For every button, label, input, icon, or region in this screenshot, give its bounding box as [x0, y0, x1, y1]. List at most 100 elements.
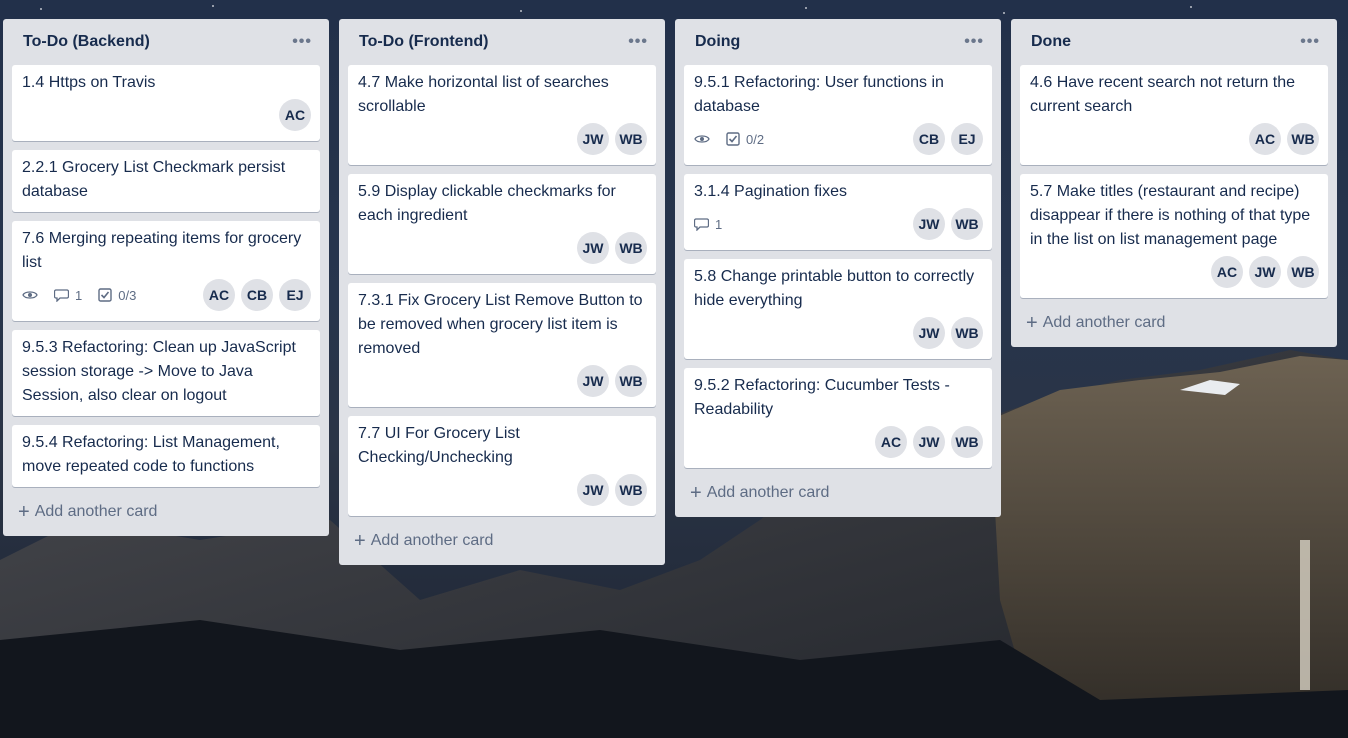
add-card-label: Add another card — [706, 484, 830, 501]
list-menu-icon[interactable]: ••• — [286, 34, 318, 50]
avatar[interactable]: JW — [913, 426, 945, 458]
list-header: Done ••• — [1020, 19, 1328, 65]
add-card-button[interactable]: + Add another card — [1020, 307, 1328, 339]
comments-badge: 1 — [694, 217, 722, 232]
watch-icon — [694, 133, 710, 145]
card-title: 7.6 Merging repeating items for grocery … — [22, 230, 302, 271]
avatar[interactable]: JW — [577, 232, 609, 264]
checklist-icon — [98, 288, 112, 302]
add-card-button[interactable]: + Add another card — [12, 496, 320, 528]
card[interactable]: 9.5.1 Refactoring: User functions in dat… — [684, 65, 992, 165]
list-title[interactable]: Done — [1031, 33, 1071, 51]
card[interactable]: 7.7 UI For Grocery List Checking/Uncheck… — [348, 416, 656, 516]
avatar[interactable]: WB — [615, 474, 647, 506]
card-title: 9.5.4 Refactoring: List Management, move… — [22, 434, 280, 475]
card-title: 9.5.2 Refactoring: Cucumber Tests - Read… — [694, 377, 950, 418]
card[interactable]: 7.6 Merging repeating items for grocery … — [12, 221, 320, 321]
card-members: JW WB — [577, 474, 647, 506]
avatar[interactable]: WB — [951, 317, 983, 349]
avatar[interactable]: JW — [913, 317, 945, 349]
avatar[interactable]: AC — [1249, 123, 1281, 155]
card-footer: 0/2 CB EJ — [694, 119, 983, 161]
card[interactable]: 4.7 Make horizontal list of searches scr… — [348, 65, 656, 165]
list-menu-icon[interactable]: ••• — [1294, 34, 1326, 50]
list-title[interactable]: To-Do (Backend) — [23, 33, 150, 51]
card[interactable]: 5.8 Change printable button to correctly… — [684, 259, 992, 359]
card-title: 4.6 Have recent search not return the cu… — [1030, 74, 1296, 115]
avatar[interactable]: WB — [951, 426, 983, 458]
avatar[interactable]: WB — [615, 365, 647, 397]
card[interactable]: 3.1.4 Pagination fixes 1 JW WB — [684, 174, 992, 250]
plus-icon: + — [1026, 312, 1038, 334]
card[interactable]: 9.5.4 Refactoring: List Management, move… — [12, 425, 320, 487]
avatar[interactable]: JW — [913, 208, 945, 240]
checklist-badge: 0/2 — [726, 132, 764, 147]
card-members: JW WB — [913, 208, 983, 240]
card-footer: JW WB — [358, 228, 647, 270]
list-0: To-Do (Backend) ••• 1.4 Https on Travis AC 2… — [3, 19, 329, 536]
list-title[interactable]: To-Do (Frontend) — [359, 33, 488, 51]
card-title: 5.8 Change printable button to correctly… — [694, 268, 975, 309]
avatar[interactable]: WB — [1287, 256, 1319, 288]
card-members: CB EJ — [913, 123, 983, 155]
comment-count: 1 — [715, 216, 723, 232]
list-menu-icon[interactable]: ••• — [622, 34, 654, 50]
card-title: 7.7 UI For Grocery List Checking/Uncheck… — [358, 425, 520, 466]
avatar[interactable]: AC — [1211, 256, 1243, 288]
avatar[interactable]: AC — [203, 279, 235, 311]
avatar[interactable]: EJ — [951, 123, 983, 155]
checklist-badge: 0/3 — [98, 288, 136, 303]
avatar[interactable]: WB — [615, 232, 647, 264]
card[interactable]: 9.5.2 Refactoring: Cucumber Tests - Read… — [684, 368, 992, 468]
avatar[interactable]: WB — [1287, 123, 1319, 155]
card-title: 9.5.3 Refactoring: Clean up JavaScript s… — [22, 339, 296, 404]
card[interactable]: 9.5.3 Refactoring: Clean up JavaScript s… — [12, 330, 320, 416]
avatar[interactable]: EJ — [279, 279, 311, 311]
list-title[interactable]: Doing — [695, 33, 740, 51]
card-footer: JW WB — [358, 119, 647, 161]
card-members: JW WB — [577, 365, 647, 397]
watch-icon — [22, 289, 38, 301]
card[interactable]: 2.2.1 Grocery List Checkmark persist dat… — [12, 150, 320, 212]
card[interactable]: 5.7 Make titles (restaurant and recipe) … — [1020, 174, 1328, 298]
card[interactable]: 1.4 Https on Travis AC — [12, 65, 320, 141]
avatar[interactable]: AC — [875, 426, 907, 458]
avatar[interactable]: CB — [241, 279, 273, 311]
list-header: To-Do (Backend) ••• — [12, 19, 320, 65]
avatar[interactable]: JW — [577, 365, 609, 397]
card-members: JW WB — [577, 123, 647, 155]
card-footer: JW WB — [358, 361, 647, 403]
comment-count: 1 — [75, 287, 83, 303]
card-members: JW WB — [913, 317, 983, 349]
avatar[interactable]: WB — [615, 123, 647, 155]
avatar[interactable]: JW — [1249, 256, 1281, 288]
card[interactable]: 4.6 Have recent search not return the cu… — [1020, 65, 1328, 165]
card[interactable]: 5.9 Display clickable checkmarks for eac… — [348, 174, 656, 274]
checklist-count: 0/2 — [746, 131, 765, 147]
avatar[interactable]: CB — [913, 123, 945, 155]
list-3: Done ••• 4.6 Have recent search not return… — [1011, 19, 1337, 347]
card-footer: AC WB — [1030, 119, 1319, 161]
checklist-icon — [726, 132, 740, 146]
plus-icon: + — [18, 501, 30, 523]
avatar[interactable]: JW — [577, 474, 609, 506]
add-card-button[interactable]: + Add another card — [348, 525, 656, 557]
card-members: AC — [279, 99, 311, 131]
list-menu-icon[interactable]: ••• — [958, 34, 990, 50]
avatar[interactable]: JW — [577, 123, 609, 155]
card-members: AC CB EJ — [203, 279, 311, 311]
comments-badge: 1 — [54, 288, 82, 303]
avatar[interactable]: AC — [279, 99, 311, 131]
card-footer: JW WB — [694, 313, 983, 355]
add-card-label: Add another card — [34, 503, 158, 520]
card-badges: 1 — [694, 217, 722, 232]
card[interactable]: 7.3.1 Fix Grocery List Remove Button to … — [348, 283, 656, 407]
card-footer: AC JW WB — [694, 422, 983, 464]
avatar[interactable]: WB — [951, 208, 983, 240]
add-card-button[interactable]: + Add another card — [684, 477, 992, 509]
card-title: 9.5.1 Refactoring: User functions in dat… — [694, 74, 944, 115]
card-members: AC WB — [1249, 123, 1319, 155]
card-title: 5.7 Make titles (restaurant and recipe) … — [1030, 183, 1311, 248]
card-badges: 1 0/3 — [22, 288, 136, 303]
card-members: AC JW WB — [1211, 256, 1319, 288]
